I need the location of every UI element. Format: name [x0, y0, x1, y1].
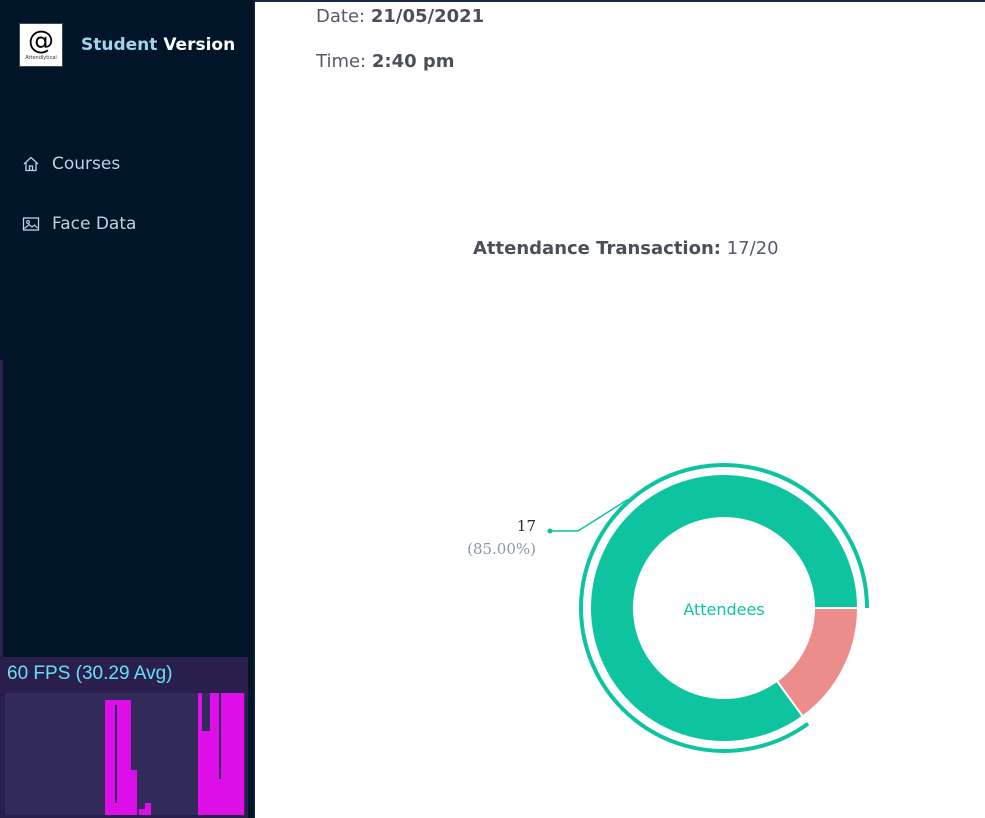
sidebar-nav: Courses Face Data: [0, 144, 253, 264]
image-icon: [22, 217, 40, 231]
brand-name: Student Version: [81, 35, 235, 55]
brand-name-rest: Version: [163, 35, 236, 55]
date-value: 21/05/2021: [370, 6, 485, 27]
donut-center-label: Attendees: [683, 600, 764, 619]
brand[interactable]: @ Attendlytical Student Version: [19, 22, 235, 68]
home-icon: [23, 156, 39, 172]
logo-at-icon: @: [28, 26, 54, 56]
fps-bar-gap: [219, 693, 221, 779]
sidebar-item-face-data[interactable]: Face Data: [0, 204, 253, 244]
sidebar-divider: [253, 0, 255, 818]
transaction-label: Attendance Transaction:: [473, 238, 721, 259]
fps-meter[interactable]: 60 FPS (30.29 Avg): [0, 657, 248, 818]
time-label: Time:: [316, 51, 367, 72]
attendance-transaction: Attendance Transaction: 17/20: [473, 238, 779, 259]
transaction-value: 17/20: [726, 238, 779, 259]
fps-bar-gap: [139, 803, 145, 809]
sidebar-item-courses[interactable]: Courses: [0, 144, 253, 184]
fps-bar: [131, 770, 137, 815]
fps-bar-gap: [131, 693, 133, 773]
time-value: 2:40 pm: [371, 51, 455, 72]
slice-callout-dot: [547, 528, 553, 534]
time-line: Time: 2:40 pm: [316, 51, 455, 72]
app-logo: @ Attendlytical: [19, 23, 63, 67]
fps-text: 60 FPS (30.29 Avg): [7, 663, 173, 684]
sidebar-item-label: Face Data: [52, 214, 137, 234]
fps-graph: [5, 693, 245, 815]
logo-text: Attendlytical: [25, 55, 57, 61]
slice-percent-label: (85.00%): [467, 540, 536, 558]
date-line: Date: 21/05/2021: [316, 6, 484, 27]
fps-bar-gap: [202, 693, 210, 731]
brand-name-accent: Student: [81, 35, 158, 55]
slice-value-label: 17: [517, 517, 536, 535]
attendance-donut-chart: Attendees 17 (85.00%): [467, 463, 869, 753]
fps-bar-gap: [115, 705, 117, 803]
left-edge-strip: [0, 360, 3, 660]
date-label: Date:: [316, 6, 366, 27]
fps-bar: [105, 700, 131, 815]
sidebar-item-label: Courses: [52, 154, 121, 174]
